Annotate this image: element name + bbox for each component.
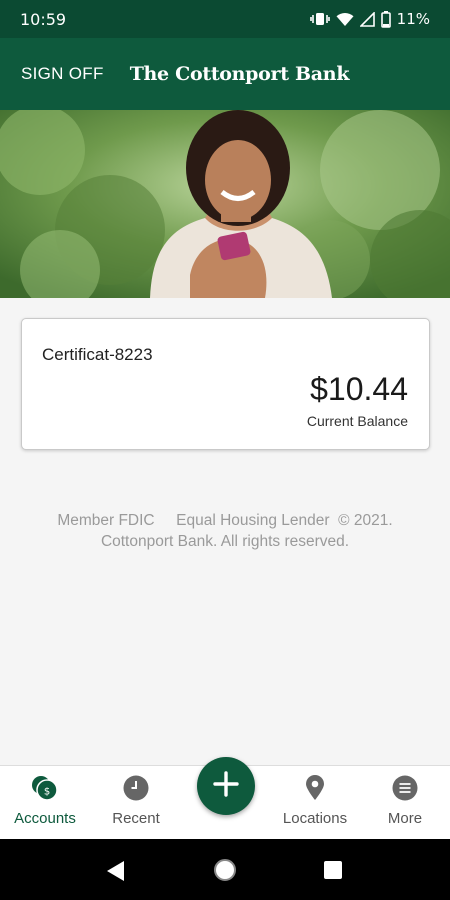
status-time: 10:59 bbox=[20, 9, 67, 29]
battery-percent: 11% bbox=[396, 10, 430, 28]
sign-off-button[interactable]: SIGN OFF bbox=[21, 64, 104, 84]
vibrate-icon bbox=[309, 11, 330, 27]
nav-locations[interactable]: Locations bbox=[270, 766, 360, 840]
clock-icon bbox=[123, 775, 149, 801]
legal-footer: Member FDIC Equal Housing Lender © 2021.… bbox=[0, 510, 450, 552]
nav-recent[interactable]: Recent bbox=[90, 766, 182, 840]
wifi-icon bbox=[336, 12, 354, 27]
status-icons: 11% bbox=[309, 10, 430, 28]
legal-line-2: Cottonport Bank. All rights reserved. bbox=[100, 533, 350, 550]
nav-label: Locations bbox=[282, 810, 348, 827]
account-balance: $10.44 bbox=[310, 371, 408, 407]
home-icon[interactable] bbox=[213, 858, 237, 887]
nav-label: More bbox=[387, 810, 423, 827]
accounts-icon: $ bbox=[30, 775, 60, 801]
menu-icon bbox=[392, 775, 418, 801]
location-pin-icon bbox=[305, 775, 325, 801]
nav-more[interactable]: More bbox=[360, 766, 450, 840]
legal-line-1: Member FDIC Equal Housing Lender © 2021. bbox=[57, 512, 393, 529]
account-name: Certificat-8223 bbox=[42, 345, 153, 364]
add-button[interactable] bbox=[197, 757, 255, 815]
nav-label: Accounts bbox=[14, 810, 76, 827]
status-bar: 10:59 11% bbox=[0, 0, 450, 38]
plus-icon bbox=[213, 770, 239, 802]
battery-icon bbox=[380, 10, 391, 28]
recents-icon[interactable] bbox=[323, 860, 343, 885]
system-nav-bar bbox=[0, 839, 450, 900]
bank-logo-text: The Cottonport Bank bbox=[129, 63, 350, 85]
nav-accounts[interactable]: $ Accounts bbox=[0, 766, 90, 840]
account-card[interactable]: Certificat-8223 $10.44 Current Balance bbox=[21, 318, 430, 450]
balance-label: Current Balance bbox=[306, 413, 408, 429]
back-icon[interactable] bbox=[106, 860, 126, 887]
svg-text:$: $ bbox=[44, 787, 50, 798]
hero-image bbox=[0, 110, 450, 298]
signal-icon bbox=[359, 11, 375, 27]
app-bar: SIGN OFF The Cottonport Bank bbox=[0, 38, 450, 110]
nav-label: Recent bbox=[112, 810, 160, 827]
